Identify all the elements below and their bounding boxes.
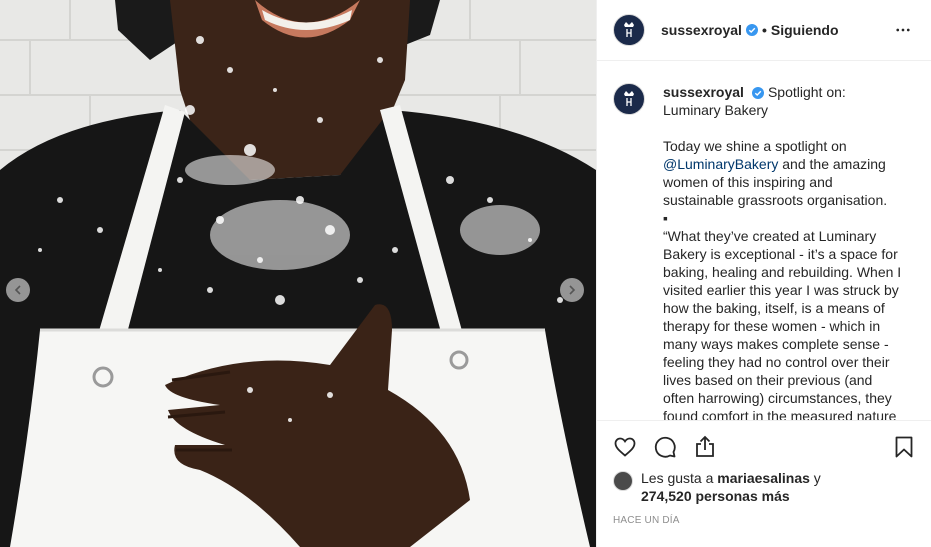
comment-button[interactable] (653, 435, 677, 459)
baker-photo-illustration (0, 0, 596, 547)
post-header: sussexroyal • Siguiendo (597, 0, 931, 61)
liker-username[interactable]: mariaesalinas (717, 470, 810, 486)
avatar[interactable] (613, 14, 645, 46)
caption-body: sussexroyal Spotlight on: Luminary Bakery… (663, 83, 903, 420)
caption-avatar[interactable] (613, 83, 645, 115)
heart-icon (614, 437, 636, 457)
carousel-next-button[interactable] (560, 278, 584, 302)
post-actions: Les gusta a mariaesalinas y 274,520 pers… (597, 420, 931, 526)
likes-middle: y (809, 470, 821, 486)
share-icon (696, 435, 714, 457)
likes-count[interactable]: 274,520 (641, 488, 692, 504)
likes-prefix: Les gusta a (641, 470, 718, 486)
header-username[interactable]: sussexroyal (661, 22, 742, 38)
following-button[interactable]: Siguiendo (771, 22, 839, 38)
share-button[interactable] (693, 435, 717, 459)
caption-intro: Today we shine a spotlight on (663, 138, 851, 154)
likes-summary: Les gusta a mariaesalinas y 274,520 pers… (613, 469, 916, 505)
royal-monogram-icon (624, 91, 634, 106)
like-button[interactable] (613, 435, 637, 459)
verified-badge-icon (745, 24, 758, 36)
ellipsis-icon (896, 28, 910, 32)
carousel-prev-button[interactable] (6, 278, 30, 302)
caption-area[interactable]: sussexroyal Spotlight on: Luminary Bakery… (597, 61, 931, 420)
royal-monogram-icon (624, 22, 634, 37)
save-button[interactable] (892, 435, 916, 459)
bookmark-icon (895, 436, 913, 458)
post-side-panel: sussexroyal • Siguiendo sussexroyal Spot… (596, 0, 931, 547)
post-timestamp[interactable]: HACE UN DÍA (613, 515, 916, 526)
comment-icon (654, 436, 676, 458)
chevron-left-icon (14, 285, 21, 295)
more-options-button[interactable] (891, 18, 915, 42)
verified-badge-icon (751, 87, 764, 100)
caption-bullet: ▪ (663, 210, 668, 226)
header-separator: • (761, 22, 767, 38)
caption-quote: “What they’ve created at Luminary Bakery… (663, 228, 902, 420)
likes-suffix[interactable]: personas más (692, 488, 789, 504)
liker-avatar[interactable] (613, 471, 633, 491)
caption-username[interactable]: sussexroyal (663, 84, 744, 100)
post-photo[interactable] (0, 0, 596, 547)
mention-link[interactable]: @LuminaryBakery (663, 156, 778, 172)
chevron-right-icon (569, 285, 576, 295)
caption-text: Today we shine a spotlight on @LuminaryB… (663, 137, 903, 209)
